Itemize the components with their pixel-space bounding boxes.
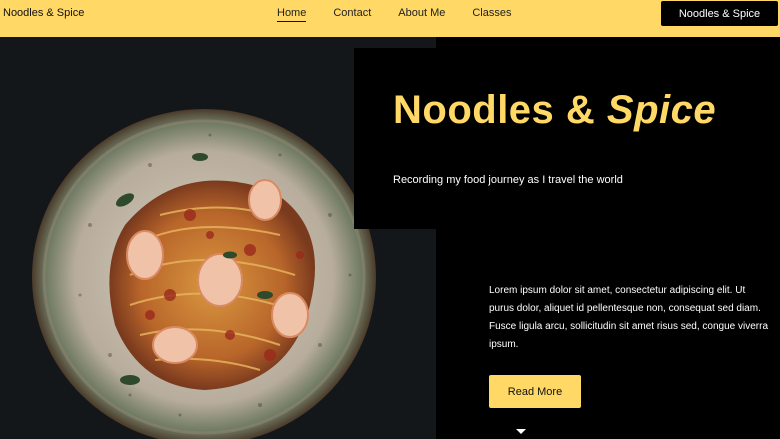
hero-title-main: Noodles & [393,88,596,132]
nav-link-about-me[interactable]: About Me [398,7,445,22]
hero-description: Lorem ipsum dolor sit amet, consectetur … [489,285,769,350]
hero-tagline: Recording my food journey as I travel th… [393,174,623,186]
header-cta-button[interactable]: Noodles & Spice [661,1,778,26]
chevron-down-icon[interactable] [516,429,526,434]
brand-name[interactable]: Noodles & Spice [3,7,84,19]
title-card [354,48,780,229]
noodle-dish-image [32,109,376,439]
read-more-button[interactable]: Read More [489,375,581,408]
nav-link-home[interactable]: Home [277,7,307,22]
hero-title: Noodles & Spice [393,88,716,133]
hero-title-accent: Spice [606,88,717,132]
nav-links: Home Contact About Me Classes [277,7,538,22]
nav-link-contact[interactable]: Contact [333,7,371,22]
nav-link-classes[interactable]: Classes [472,7,511,22]
navbar: Noodles & Spice Home Contact About Me Cl… [0,0,780,37]
